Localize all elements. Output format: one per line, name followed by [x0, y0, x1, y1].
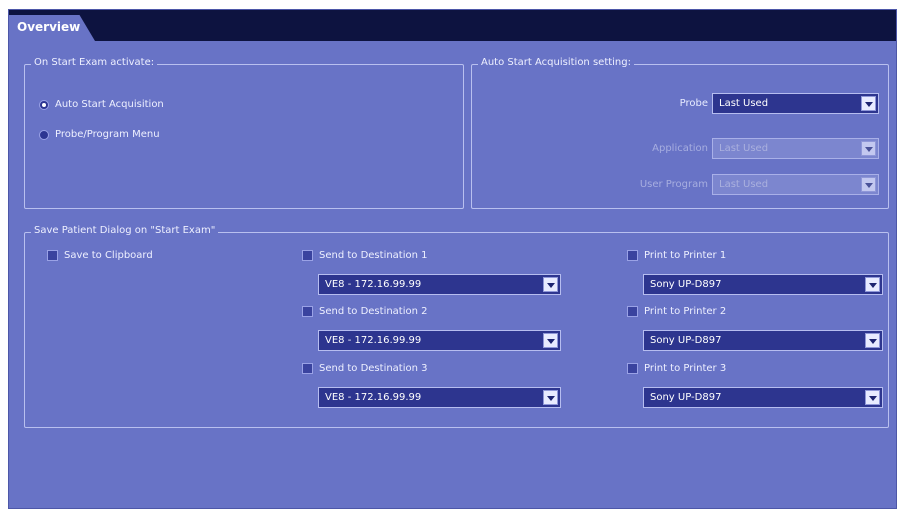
- print-to-printer-1-label: Print to Printer 1: [644, 250, 727, 261]
- chevron-down-icon[interactable]: [865, 277, 880, 292]
- auto-start-acquisition-option[interactable]: Auto Start Acquisition: [39, 99, 164, 110]
- send-to-destination-3-label: Send to Destination 3: [319, 363, 428, 374]
- send-to-destination-2-option[interactable]: Send to Destination 2: [302, 306, 428, 317]
- printer-2-select[interactable]: Sony UP-D897: [643, 330, 883, 351]
- tab-bar: Overview: [9, 10, 896, 41]
- chevron-down-icon[interactable]: [543, 277, 558, 292]
- user-program-label: User Program: [639, 179, 708, 190]
- user-program-value: Last Used: [719, 179, 769, 190]
- on-start-exam-title: On Start Exam activate:: [31, 57, 158, 68]
- send-to-destination-1-label: Send to Destination 1: [319, 250, 428, 261]
- probe-field: Probe Last Used: [592, 93, 879, 114]
- chevron-down-icon[interactable]: [861, 177, 876, 192]
- application-field: Application Last Used: [592, 138, 879, 159]
- print-to-printer-1-option[interactable]: Print to Printer 1: [627, 250, 726, 261]
- print-to-printer-2-checkbox[interactable]: [627, 306, 638, 317]
- destination-1-select[interactable]: VE8 - 172.16.99.99: [318, 274, 561, 295]
- send-to-destination-1-option[interactable]: Send to Destination 1: [302, 250, 428, 261]
- save-patient-dialog-group: Save Patient Dialog on "Start Exam" Save…: [24, 225, 889, 428]
- probe-label: Probe: [679, 98, 708, 109]
- application-select[interactable]: Last Used: [712, 138, 879, 159]
- printer-3-select[interactable]: Sony UP-D897: [643, 387, 883, 408]
- probe-select[interactable]: Last Used: [712, 93, 879, 114]
- chevron-down-icon[interactable]: [543, 390, 558, 405]
- chevron-down-icon[interactable]: [861, 96, 876, 111]
- print-to-printer-3-option[interactable]: Print to Printer 3: [627, 363, 726, 374]
- print-to-printer-1-checkbox[interactable]: [627, 250, 638, 261]
- chevron-down-icon[interactable]: [861, 141, 876, 156]
- user-program-select[interactable]: Last Used: [712, 174, 879, 195]
- send-to-destination-2-label: Send to Destination 2: [319, 306, 428, 317]
- destination-1-value: VE8 - 172.16.99.99: [325, 279, 422, 290]
- printer-2-value: Sony UP-D897: [650, 335, 722, 346]
- probe-program-menu-label: Probe/Program Menu: [55, 129, 160, 140]
- auto-start-setting-title: Auto Start Acquisition setting:: [478, 57, 634, 68]
- settings-window: Overview On Start Exam activate: Auto St…: [8, 9, 897, 509]
- destination-2-value: VE8 - 172.16.99.99: [325, 335, 422, 346]
- print-to-printer-3-checkbox[interactable]: [627, 363, 638, 374]
- print-to-printer-3-label: Print to Printer 3: [644, 363, 727, 374]
- application-value: Last Used: [719, 143, 769, 154]
- destination-3-value: VE8 - 172.16.99.99: [325, 392, 422, 403]
- print-to-printer-2-label: Print to Printer 2: [644, 306, 727, 317]
- radio-auto-start[interactable]: [39, 99, 49, 110]
- auto-start-setting-group: Auto Start Acquisition setting: Probe La…: [471, 57, 889, 209]
- save-to-clipboard-label: Save to Clipboard: [64, 250, 153, 261]
- printer-1-select[interactable]: Sony UP-D897: [643, 274, 883, 295]
- printer-1-value: Sony UP-D897: [650, 279, 722, 290]
- destination-2-select[interactable]: VE8 - 172.16.99.99: [318, 330, 561, 351]
- probe-program-menu-option[interactable]: Probe/Program Menu: [39, 129, 160, 140]
- send-to-destination-2-checkbox[interactable]: [302, 306, 313, 317]
- save-to-clipboard-checkbox[interactable]: [47, 250, 58, 261]
- radio-probe-program[interactable]: [39, 129, 49, 140]
- send-to-destination-3-option[interactable]: Send to Destination 3: [302, 363, 428, 374]
- save-patient-dialog-title: Save Patient Dialog on "Start Exam": [31, 225, 219, 236]
- probe-value: Last Used: [719, 98, 769, 109]
- chevron-down-icon[interactable]: [865, 333, 880, 348]
- chevron-down-icon[interactable]: [865, 390, 880, 405]
- send-to-destination-1-checkbox[interactable]: [302, 250, 313, 261]
- send-to-destination-3-checkbox[interactable]: [302, 363, 313, 374]
- chevron-down-icon[interactable]: [543, 333, 558, 348]
- on-start-exam-group: On Start Exam activate: Auto Start Acqui…: [24, 57, 464, 209]
- tab-overview[interactable]: Overview: [9, 15, 95, 41]
- application-label: Application: [652, 143, 708, 154]
- auto-start-acquisition-label: Auto Start Acquisition: [55, 99, 164, 110]
- save-to-clipboard-option[interactable]: Save to Clipboard: [47, 250, 153, 261]
- printer-3-value: Sony UP-D897: [650, 392, 722, 403]
- print-to-printer-2-option[interactable]: Print to Printer 2: [627, 306, 726, 317]
- user-program-field: User Program Last Used: [592, 174, 879, 195]
- destination-3-select[interactable]: VE8 - 172.16.99.99: [318, 387, 561, 408]
